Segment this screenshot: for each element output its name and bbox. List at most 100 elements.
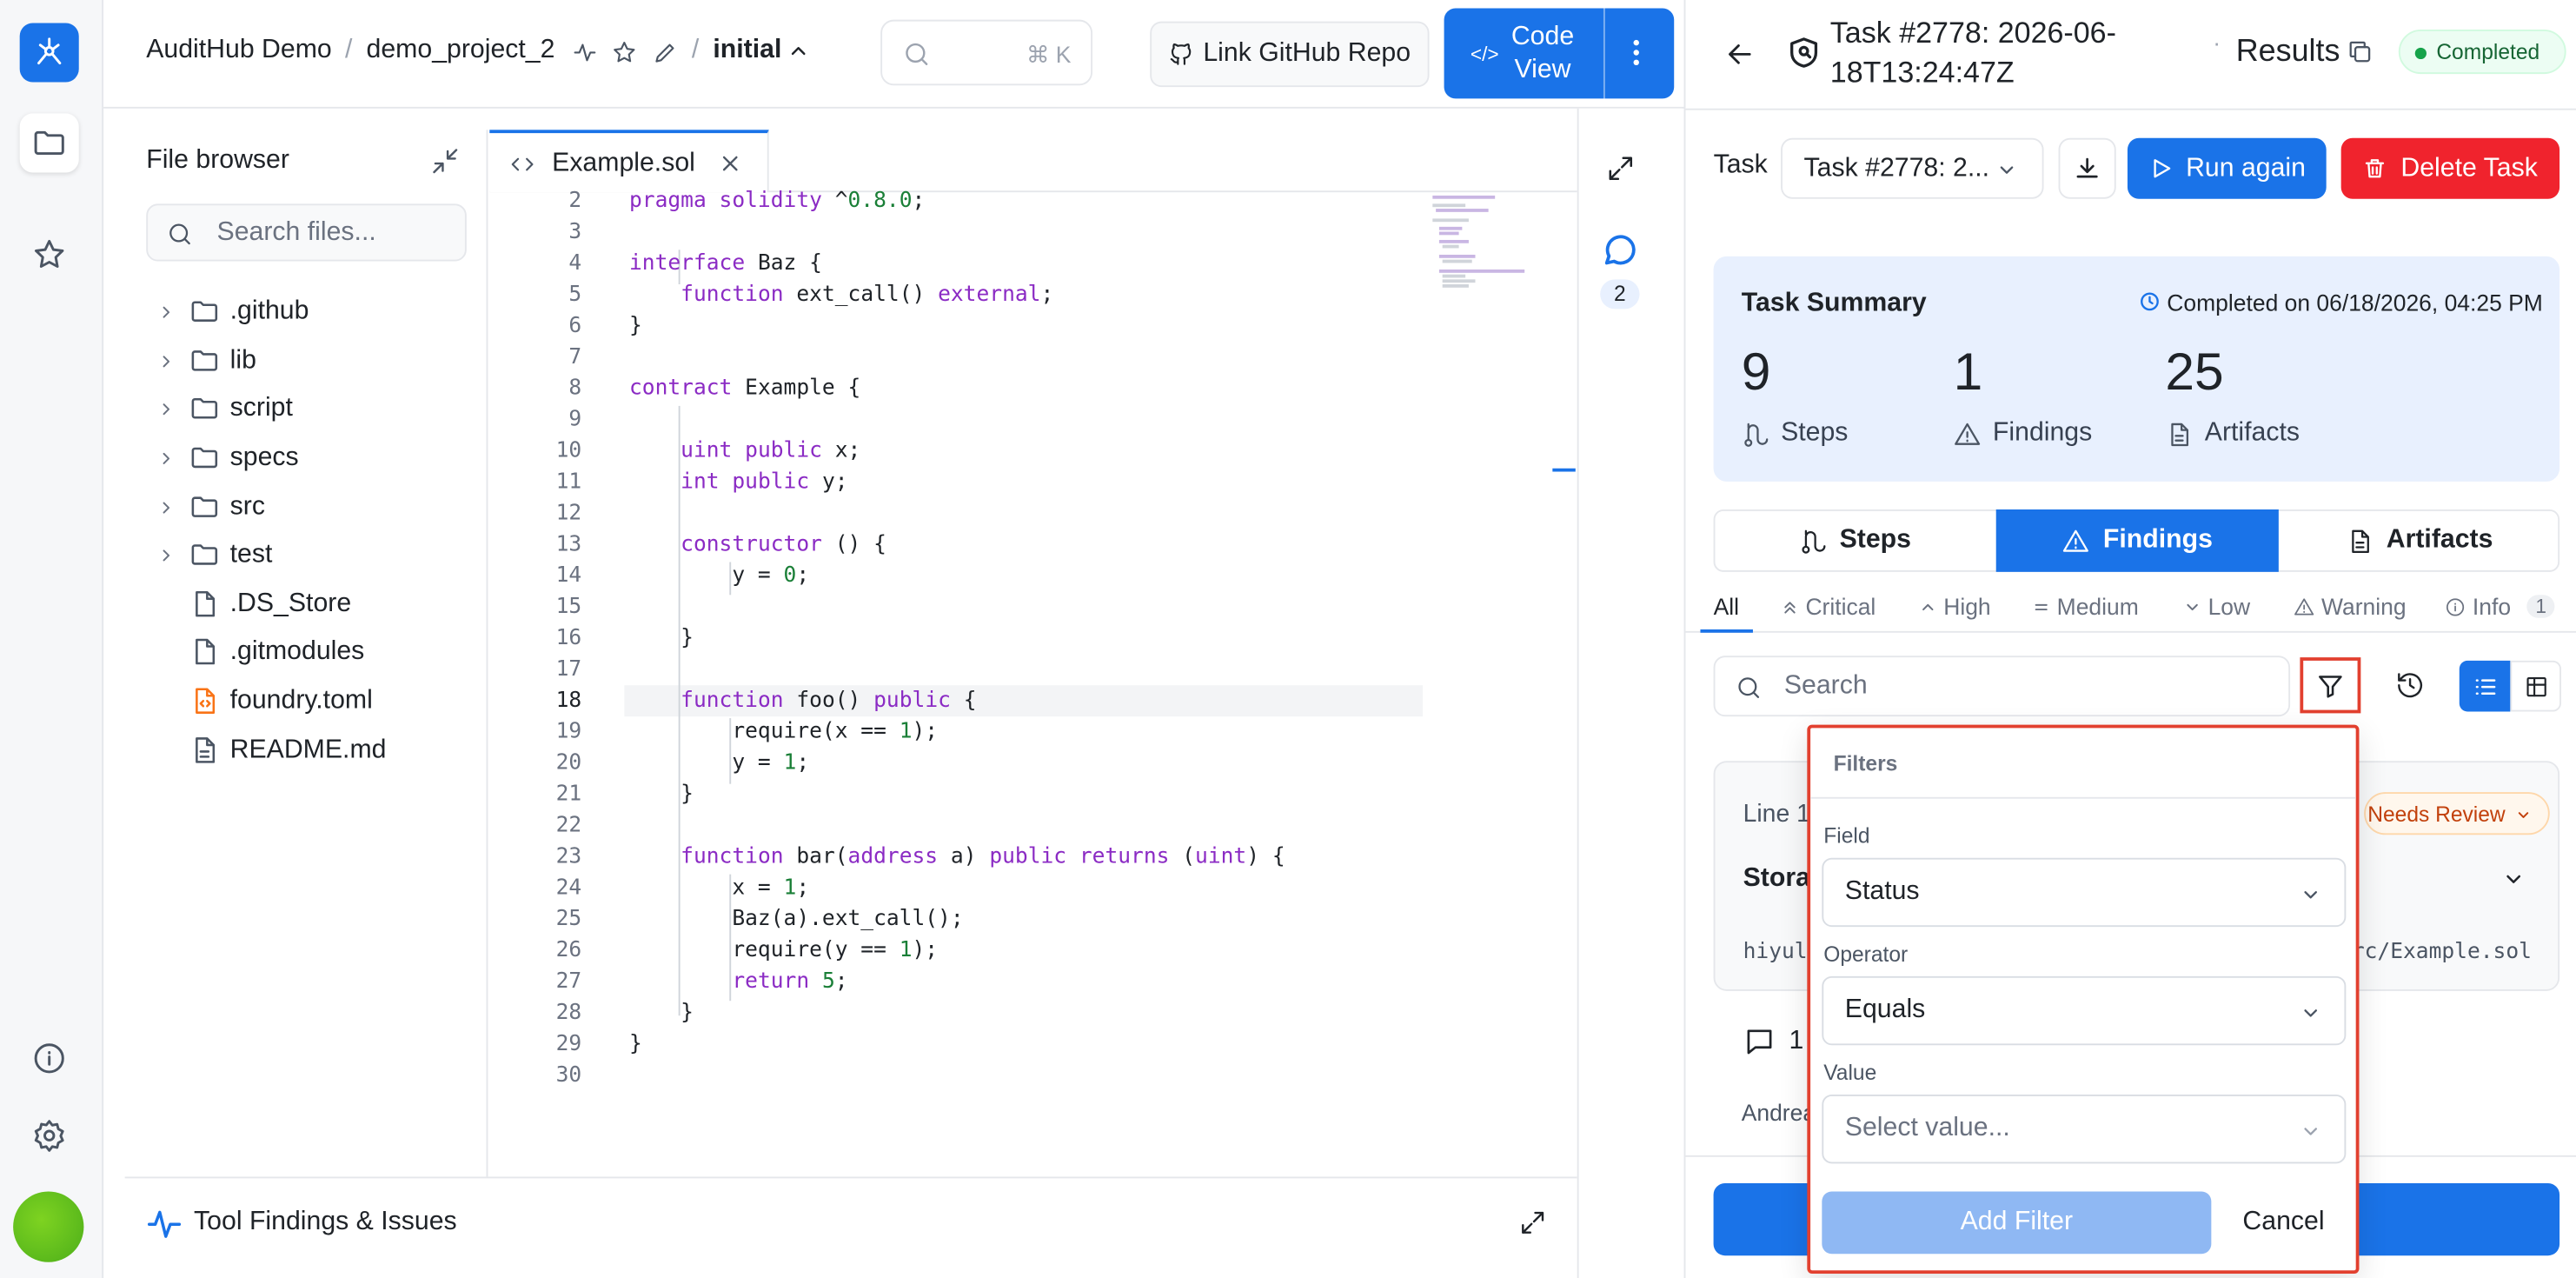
file-item-gitmodules[interactable]: .gitmodules bbox=[125, 629, 488, 677]
tab-steps[interactable]: Steps bbox=[1714, 509, 1996, 572]
add-filter-button[interactable]: Add Filter bbox=[1822, 1191, 2212, 1255]
needs-review-label: Needs Review bbox=[2367, 802, 2506, 827]
gear-icon[interactable] bbox=[20, 1106, 79, 1165]
findings-label: Findings bbox=[1992, 419, 2093, 448]
breadcrumb-separator: / bbox=[344, 36, 353, 64]
task-summary-card: Task Summary Completed on 06/18/2026, 04… bbox=[1713, 256, 2560, 482]
operator-select[interactable]: Equals bbox=[1822, 975, 2347, 1046]
expand-icon[interactable] bbox=[1518, 1208, 1548, 1237]
star-icon[interactable] bbox=[611, 39, 637, 65]
cancel-button[interactable]: Cancel bbox=[2221, 1191, 2347, 1254]
scroll-marker bbox=[1552, 468, 1576, 472]
tab-findings[interactable]: Findings bbox=[1995, 509, 2279, 572]
search-icon bbox=[1735, 674, 1763, 702]
line-number: 25 bbox=[555, 907, 582, 932]
global-search[interactable]: ⌘ K bbox=[880, 19, 1093, 86]
avatar[interactable] bbox=[13, 1191, 84, 1262]
folder-item-lib[interactable]: lib bbox=[125, 338, 488, 386]
more-vertical-icon[interactable] bbox=[1633, 37, 1640, 67]
breadcrumb-project[interactable]: demo_project_2 bbox=[367, 37, 555, 66]
document-icon bbox=[2165, 421, 2193, 449]
run-again-button[interactable]: Run again bbox=[2127, 137, 2327, 199]
chevron-up-icon[interactable] bbox=[787, 39, 809, 62]
download-button[interactable] bbox=[2058, 137, 2116, 199]
line-number: 3 bbox=[568, 220, 582, 245]
finding-line: Line 1 bbox=[1743, 800, 1810, 829]
line-number: 7 bbox=[568, 344, 582, 370]
editor-tabs: Example.sol bbox=[489, 130, 1577, 193]
line-number: 24 bbox=[555, 875, 582, 901]
comment-icon[interactable] bbox=[1743, 1026, 1776, 1059]
severity-medium[interactable]: Medium bbox=[2032, 593, 2139, 620]
back-arrow-icon[interactable] bbox=[1725, 39, 1755, 69]
line-number: 18 bbox=[555, 689, 582, 714]
severity-all[interactable]: All bbox=[1714, 593, 1739, 619]
folder-item-github[interactable]: .github bbox=[125, 290, 488, 337]
field-select[interactable]: Status bbox=[1822, 857, 2347, 928]
file-item-ds-store[interactable]: .DS_Store bbox=[125, 582, 488, 629]
editor-tab-example-sol[interactable]: Example.sol bbox=[489, 130, 769, 193]
document-icon bbox=[196, 737, 216, 763]
severity-info[interactable]: Info 1 bbox=[2445, 593, 2555, 620]
collapse-icon[interactable] bbox=[430, 146, 460, 176]
chevron-up-icon bbox=[1922, 602, 1934, 610]
chevron-right-icon bbox=[163, 356, 170, 368]
expand-icon[interactable] bbox=[1605, 153, 1637, 184]
chevron-down-icon[interactable] bbox=[2502, 868, 2525, 890]
file-item-foundry-toml[interactable]: foundry.toml bbox=[125, 679, 488, 727]
activity-icon[interactable] bbox=[572, 39, 598, 65]
folder-item-specs[interactable]: specs bbox=[125, 436, 488, 483]
severity-warning[interactable]: Warning bbox=[2294, 593, 2407, 620]
breadcrumb-version[interactable]: initial bbox=[713, 37, 781, 66]
folder-item-script[interactable]: script bbox=[125, 386, 488, 434]
folder-item-src[interactable]: src bbox=[125, 485, 488, 533]
tab-artifacts[interactable]: Artifacts bbox=[2279, 509, 2559, 572]
file-item-readme[interactable]: README.md bbox=[125, 728, 488, 775]
task-select[interactable]: Task #2778: 2... bbox=[1781, 137, 2044, 199]
severity-low[interactable]: Low bbox=[2183, 593, 2250, 620]
severity-high[interactable]: High bbox=[1919, 593, 1991, 620]
table-view-button[interactable] bbox=[2510, 660, 2561, 712]
pencil-icon[interactable] bbox=[652, 39, 678, 65]
line-number: 15 bbox=[555, 595, 582, 620]
field-label: Field bbox=[1823, 823, 1870, 849]
comment-icon[interactable] bbox=[1600, 230, 1639, 270]
code-minimap[interactable] bbox=[1430, 194, 1528, 296]
folder-item-test[interactable]: test bbox=[125, 532, 488, 580]
severity-critical[interactable]: Critical bbox=[1781, 593, 1876, 620]
chevron-down-icon bbox=[2515, 807, 2532, 823]
line-number: 11 bbox=[555, 469, 582, 495]
chevron-down-icon bbox=[2304, 1009, 2318, 1017]
chevron-down-icon bbox=[1996, 159, 2018, 181]
file-icon bbox=[196, 638, 216, 665]
link-github-button[interactable]: Link GitHub Repo bbox=[1150, 21, 1430, 88]
link-github-label: Link GitHub Repo bbox=[1203, 39, 1411, 68]
copy-icon[interactable] bbox=[2346, 37, 2374, 65]
line-number: 9 bbox=[568, 407, 582, 433]
list-view-button[interactable] bbox=[2459, 660, 2511, 712]
folder-icon[interactable] bbox=[19, 113, 79, 173]
file-search-input[interactable]: Search files... bbox=[146, 203, 467, 262]
line-number: 23 bbox=[555, 844, 582, 869]
top-header: AuditHub Demo / demo_project_2 / initial… bbox=[103, 0, 1684, 109]
needs-review-badge[interactable]: Needs Review bbox=[2364, 792, 2550, 835]
close-icon[interactable] bbox=[720, 153, 741, 175]
filter-button[interactable] bbox=[2300, 657, 2361, 714]
steps-label: Steps bbox=[1781, 419, 1849, 448]
code-view-button[interactable]: </> Code View bbox=[1444, 8, 1675, 99]
severity-medium-label: Medium bbox=[2056, 593, 2139, 620]
delete-task-button[interactable]: Delete Task bbox=[2340, 137, 2560, 199]
line-number: 17 bbox=[555, 657, 582, 682]
code-editor[interactable]: 2 3 4 5 6 7 8 9 10 11 12 13 14 15 16 17 18 19 20 21 22 23 24 25… bbox=[489, 189, 1425, 1176]
trash-icon bbox=[2366, 159, 2385, 178]
star-icon[interactable] bbox=[20, 225, 79, 284]
findings-search-input[interactable]: Search bbox=[1713, 656, 2291, 717]
value-select[interactable]: Select value... bbox=[1822, 1094, 2347, 1164]
breadcrumb-org[interactable]: AuditHub Demo bbox=[146, 37, 332, 66]
info-icon[interactable] bbox=[20, 1028, 79, 1088]
field-select-value: Status bbox=[1844, 877, 1920, 906]
history-icon[interactable] bbox=[2395, 670, 2425, 700]
findings-value: 1 bbox=[1953, 342, 1983, 402]
tool-findings-panel[interactable]: Tool Findings & Issues bbox=[124, 1176, 1577, 1269]
audithub-logo[interactable] bbox=[19, 23, 79, 83]
